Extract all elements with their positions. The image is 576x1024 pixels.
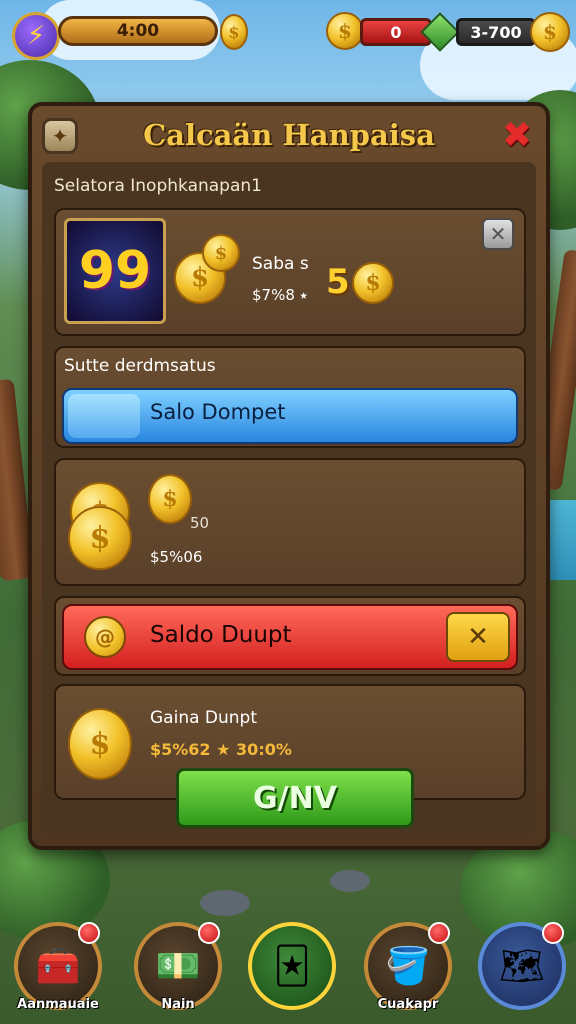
coin-icon: $	[220, 14, 248, 50]
item-card[interactable]: 99 $ $ Saba s $7%8 ⭑ 5 $ ✕	[54, 208, 526, 336]
wallet-bar[interactable]: Salo Dompet	[62, 388, 518, 444]
item-remove-button[interactable]: ✕	[482, 218, 514, 250]
notification-badge	[198, 922, 220, 944]
nav-item-shop[interactable]: 🪣 Cuakapr	[364, 922, 452, 1012]
top-hud: ⚡ 4:00 $ $ 0 3-700 $	[8, 8, 570, 60]
coin-icon: $	[352, 262, 394, 304]
item-thumbnail: 99	[64, 218, 166, 324]
cash-stack-icon: 💵	[155, 946, 201, 987]
item-thumb-text: 99	[78, 241, 152, 301]
coin-icon: $	[202, 234, 240, 272]
nav-item-chest[interactable]: 🧰 Aanmauaie	[14, 922, 102, 1012]
coin-spin-icon: @	[84, 616, 126, 658]
wallet-section: Sutte derdmsatus Salo Dompet	[54, 346, 526, 448]
item-price: $7%8 ⭑	[252, 286, 308, 304]
balance-bar[interactable]: @ Saldo Duupt ✕	[62, 604, 518, 670]
item-name: Saba s	[252, 254, 309, 274]
close-icon: ✕	[489, 222, 507, 246]
nav-item-label: Cuakapr	[377, 997, 439, 1012]
coin-counter: 3-700	[456, 18, 536, 46]
coins-amount: 50	[190, 514, 210, 532]
coin-icon: $	[148, 474, 192, 524]
dialog-title: Calcaän Hanpaisa	[143, 118, 435, 152]
map-icon: 🗺	[499, 946, 545, 987]
dialog-panel: ✦ Calcaän Hanpaisa ✖ Selatora Inophkanap…	[28, 102, 550, 850]
nav-item-map[interactable]: 🗺	[478, 922, 566, 1010]
coin-counter-value: 3-700	[470, 22, 522, 42]
coin-add-icon[interactable]: $	[530, 12, 570, 52]
balance-section: @ Saldo Duupt ✕	[54, 596, 526, 676]
rock	[200, 890, 250, 916]
nav-item-label: Aanmauaie	[17, 997, 99, 1012]
coins-value: $5%06	[150, 548, 203, 566]
gain-label: Gaina Dunpt	[150, 708, 258, 728]
nav-item-cards[interactable]: 🃏	[248, 922, 336, 1010]
notification-badge	[78, 922, 100, 944]
nav-item-label: Nain	[161, 997, 195, 1012]
dialog-subtitle: Selatora Inophkanapan1	[54, 176, 262, 196]
lightning-icon[interactable]: ⚡	[12, 12, 60, 60]
treasure-chest-icon: 🧰	[35, 946, 81, 987]
red-counter-value: 0	[390, 22, 402, 42]
coin-icon: $	[68, 708, 132, 780]
gain-value: $5%62 ★ 30:0%	[150, 740, 292, 759]
rock	[330, 870, 370, 892]
notification-badge	[428, 922, 450, 944]
balance-cancel-button[interactable]: ✕	[446, 612, 510, 662]
wallet-bar-tab	[68, 394, 140, 438]
coins-card: $ $ $ 50 $5%06	[54, 458, 526, 586]
notification-badge	[542, 922, 564, 944]
energy-value: 4:00	[116, 21, 160, 41]
energy-counter: 4:00	[58, 16, 218, 46]
close-icon: ✖	[501, 114, 533, 156]
nav-item-main[interactable]: 💵 Nain	[134, 922, 222, 1012]
cards-icon: 🃏	[273, 945, 311, 987]
close-icon: ✕	[467, 622, 489, 652]
coin-icon: $	[68, 506, 132, 570]
item-amount: 5	[326, 262, 350, 302]
bucket-icon: 🪣	[385, 946, 431, 987]
balance-bar-label: Saldo Duupt	[150, 622, 292, 648]
coin-icon: $	[326, 12, 364, 50]
close-button[interactable]: ✖	[498, 114, 536, 156]
confirm-button[interactable]: G/NV	[176, 768, 414, 828]
section-label: Sutte derdmsatus	[64, 356, 216, 376]
wallet-bar-label: Salo Dompet	[150, 400, 286, 424]
